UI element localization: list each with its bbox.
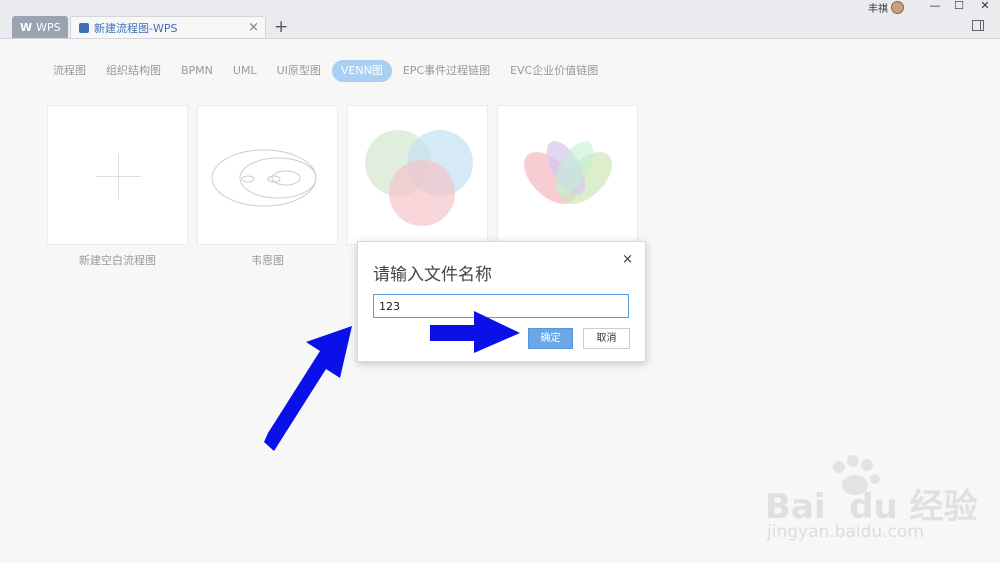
arrow-to-dialog-icon — [264, 326, 352, 451]
watermark-url: jingyan.baidu.com — [767, 522, 924, 542]
watermark-brand: Bai du 经验 — [765, 487, 978, 527]
baidu-jingyan-watermark: Bai du 经验 jingyan.baidu.com — [765, 455, 978, 550]
arrow-to-confirm-icon — [430, 311, 520, 353]
